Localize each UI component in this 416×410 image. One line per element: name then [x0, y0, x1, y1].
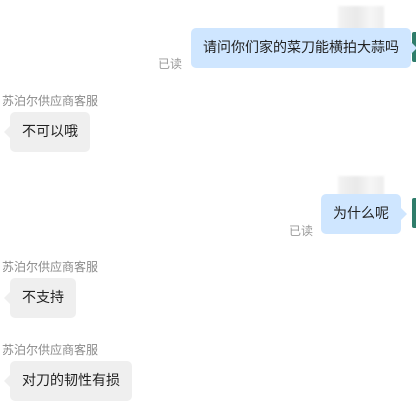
chat-window: 已读 请问你们家的菜刀能横拍大蒜吗 苏泊尔供应商客服 不可以哦 已读 为什么呢 …: [0, 0, 416, 410]
read-receipt: 已读: [289, 224, 314, 238]
message-bubble-incoming[interactable]: 对刀的韧性有损: [4, 361, 132, 401]
message-bubble-incoming[interactable]: 不可以哦: [4, 112, 90, 152]
message-bubble-outgoing[interactable]: 为什么呢: [321, 194, 407, 234]
user-avatar-edge: [412, 198, 416, 228]
sender-name: 苏泊尔供应商客服: [2, 260, 99, 274]
message-bubble-incoming[interactable]: 不支持: [4, 278, 76, 318]
sender-name: 苏泊尔供应商客服: [2, 343, 99, 357]
read-receipt: 已读: [158, 57, 183, 71]
sender-name: 苏泊尔供应商客服: [2, 94, 99, 108]
message-bubble-outgoing[interactable]: 请问你们家的菜刀能横拍大蒜吗: [191, 28, 416, 68]
